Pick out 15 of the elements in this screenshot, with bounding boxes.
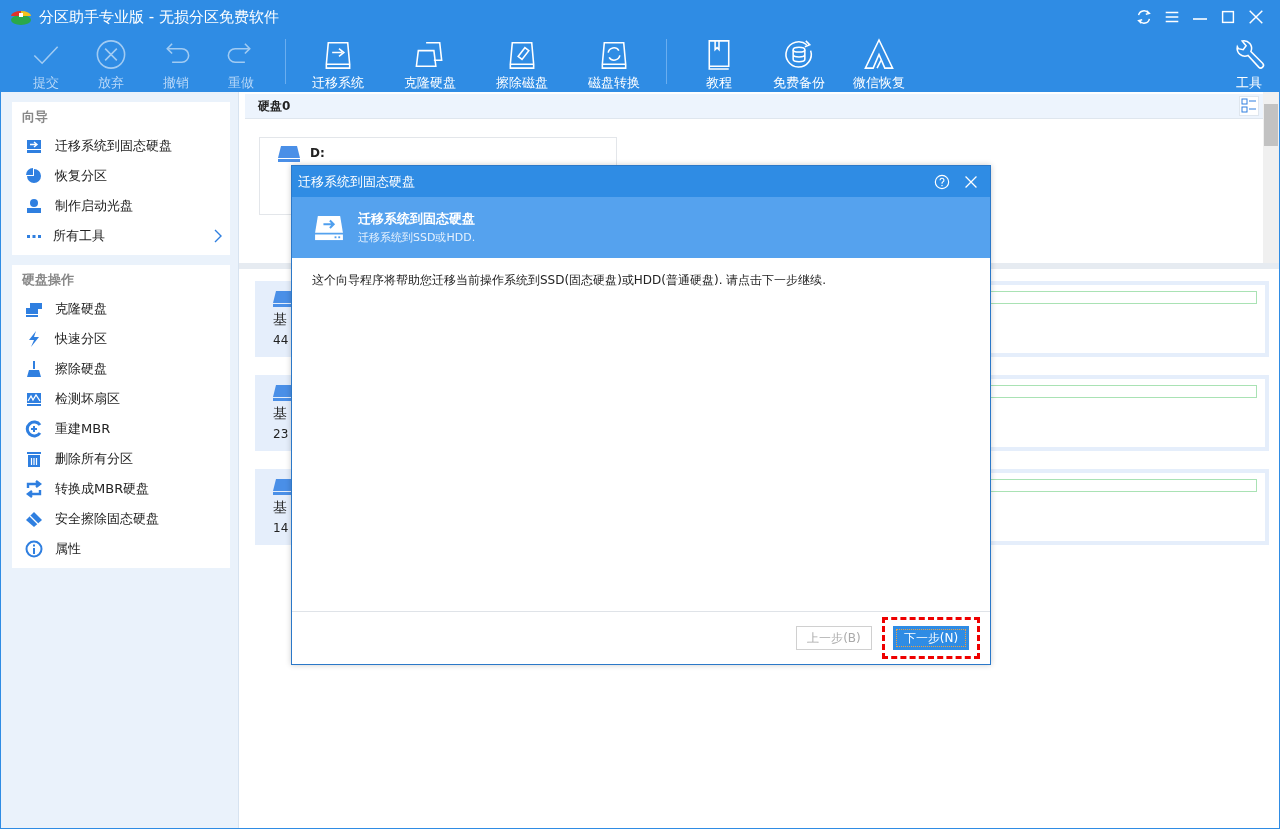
disk-label: 基 xyxy=(273,311,288,329)
disk-label: 基 xyxy=(273,405,288,423)
dialog-subheading: 迁移系统到SSD或HDD. xyxy=(358,230,476,245)
dialog-message: 这个向导程序将帮助您迁移当前操作系统到SSD(固态硬盘)或HDD(普通硬盘). 请点击下一步继续. xyxy=(312,272,828,289)
dialog-heading: 迁移系统到固态硬盘 xyxy=(358,210,476,228)
disk-size: 23 xyxy=(273,427,290,441)
window-title: 分区助手专业版 - 无损分区免费软件 xyxy=(39,7,279,27)
disk-title: 硬盘0 xyxy=(258,97,291,115)
disk-size: 14 xyxy=(273,521,290,535)
partition-label: D: xyxy=(310,146,325,160)
section-title: 向导 xyxy=(21,108,49,126)
section-title: 硬盘操作 xyxy=(21,271,75,289)
disk-size: 44 xyxy=(273,333,290,347)
dialog-title: 迁移系统到固态硬盘 xyxy=(298,172,416,191)
disk-label: 基 xyxy=(273,499,288,517)
